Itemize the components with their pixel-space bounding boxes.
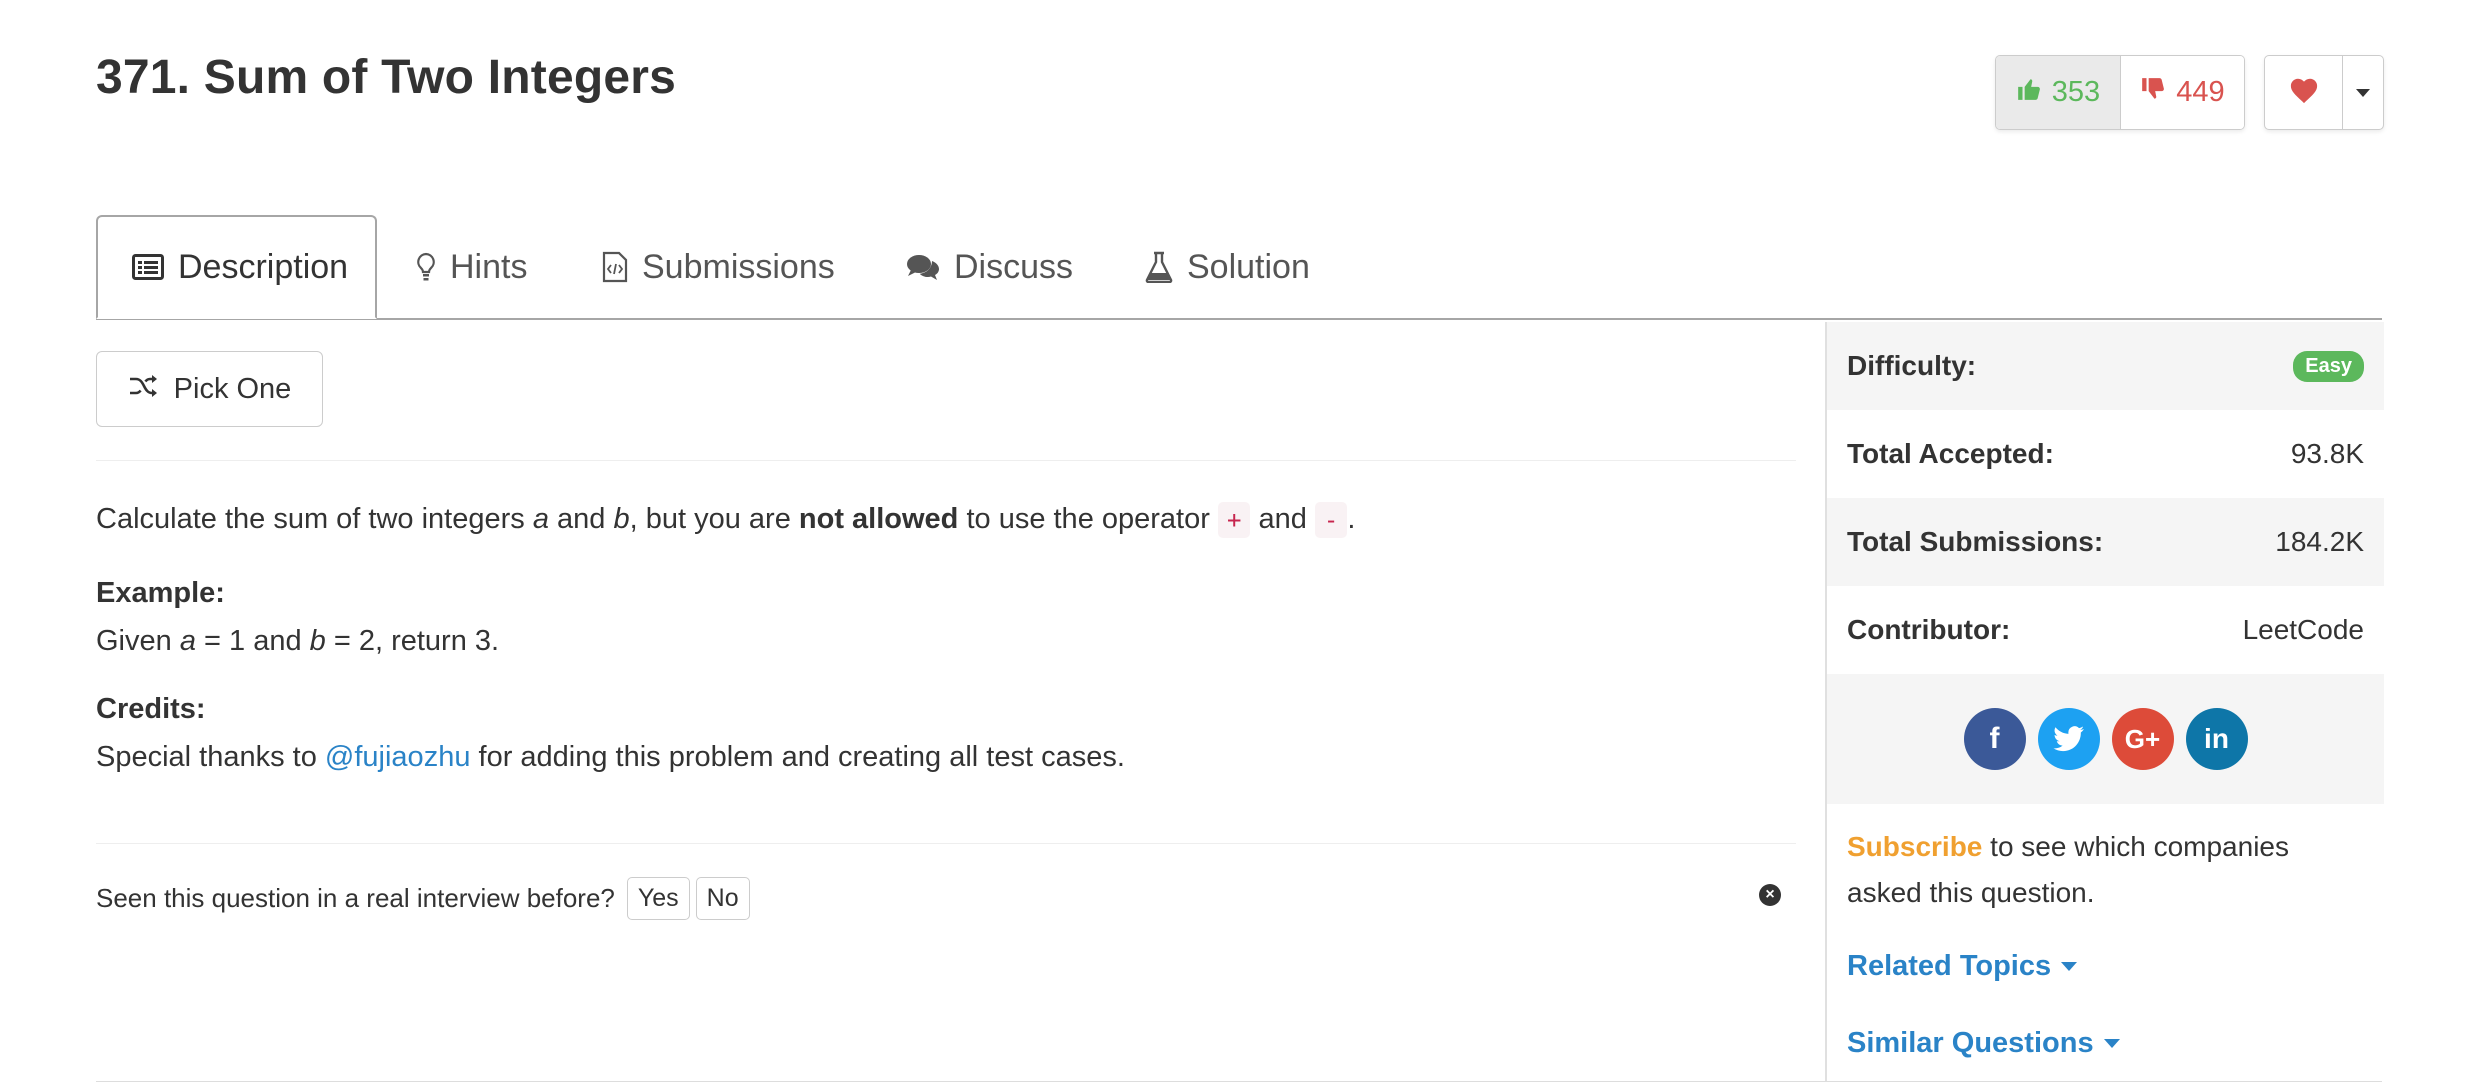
favorite-button[interactable] [2265, 56, 2343, 129]
credits-part: Special thanks to [96, 741, 325, 773]
example-heading: Example: [96, 577, 225, 609]
contributor-label: Contributor: [1847, 614, 2011, 645]
credits-text: Special thanks to @fujiaozhu for adding … [96, 741, 1125, 774]
pick-one-label: Pick One [173, 372, 292, 405]
downvote-count: 449 [2176, 76, 2225, 108]
google-plus-icon[interactable]: G+ [2111, 708, 2174, 770]
downvote-button[interactable]: 449 [2121, 56, 2244, 129]
desc-text: . [1347, 503, 1356, 535]
var-b: b [613, 503, 630, 535]
comments-icon [906, 253, 940, 281]
operator-plus: + [1217, 502, 1251, 538]
example-text: Given a = 1 and b = 2, return 3. [96, 625, 499, 658]
twitter-icon[interactable] [2037, 708, 2100, 770]
related-topics-toggle[interactable]: Related Topics [1847, 950, 2078, 983]
tab-label: Discuss [954, 247, 1074, 286]
submissions-value: 184.2K [2275, 526, 2364, 557]
credits-part: for adding this problem and creating all… [470, 741, 1125, 773]
heart-icon [2289, 76, 2319, 109]
var-a: a [179, 625, 196, 657]
desc-text: to use the operator [958, 503, 1218, 535]
problem-description: Calculate the sum of two integers a and … [96, 502, 1356, 538]
similar-questions-toggle[interactable]: Similar Questions [1847, 1027, 2120, 1060]
operator-minus: - [1314, 502, 1348, 538]
desc-text: and [548, 503, 614, 535]
tab-description[interactable]: Description [96, 215, 377, 319]
submissions-row: Total Submissions: 184.2K [1827, 498, 2384, 586]
divider [96, 843, 1796, 844]
pick-one-button[interactable]: Pick One [96, 351, 323, 427]
tab-discuss[interactable]: Discuss [906, 215, 1073, 319]
tab-submissions[interactable]: Submissions [602, 215, 835, 319]
tab-label: Description [178, 247, 349, 286]
tab-solution[interactable]: Solution [1145, 215, 1310, 319]
flask-icon [1145, 251, 1173, 283]
example-part: = 1 and [195, 625, 310, 657]
bottom-divider [96, 1081, 2382, 1082]
lightbulb-icon [416, 252, 436, 282]
credits-heading: Credits: [96, 693, 206, 725]
submissions-label: Total Submissions: [1847, 526, 2104, 557]
accepted-row: Total Accepted: 93.8K [1827, 410, 2384, 498]
desc-text: and [1250, 503, 1315, 535]
desc-text: Calculate the sum of two integers [96, 503, 533, 535]
list-icon [132, 254, 164, 280]
similar-questions-label: Similar Questions [1847, 1027, 2094, 1059]
caret-down-icon [2061, 962, 2078, 971]
upvote-button[interactable]: 353 [1996, 56, 2121, 129]
example-part: = 2, return 3. [325, 625, 500, 657]
page-title: 371. Sum of Two Integers [96, 51, 677, 104]
upvote-count: 353 [2051, 76, 2101, 108]
thumbs-up-icon [2016, 76, 2042, 110]
code-file-icon [602, 251, 628, 283]
tab-label: Submissions [642, 247, 835, 286]
social-share: f G+ in [1827, 674, 2384, 804]
linkedin-icon[interactable]: in [2185, 708, 2248, 770]
caret-down-icon [2103, 1039, 2120, 1048]
accepted-label: Total Accepted: [1847, 438, 2054, 469]
contributor-user-link[interactable]: @fujiaozhu [325, 741, 471, 773]
contributor-value: LeetCode [2242, 614, 2364, 645]
example-part: Given [96, 625, 180, 657]
caret-down-icon [2356, 88, 2370, 97]
difficulty-badge: Easy [2293, 350, 2364, 382]
thumbs-down-icon [2140, 76, 2166, 110]
favorite-dropdown[interactable] [2343, 56, 2383, 129]
interview-prompt: Seen this question in a real interview b… [96, 877, 750, 920]
difficulty-label: Difficulty: [1847, 350, 1977, 381]
desc-text: , but you are [629, 503, 799, 535]
var-b: b [309, 625, 326, 657]
shuffle-icon [128, 373, 158, 406]
vote-group: 353 449 [1995, 55, 2245, 130]
tab-label: Hints [450, 247, 528, 286]
difficulty-row: Difficulty: Easy [1827, 322, 2384, 410]
interview-question: Seen this question in a real interview b… [96, 883, 615, 913]
close-icon[interactable]: × [1759, 884, 1781, 906]
tab-hints[interactable]: Hints [416, 215, 527, 319]
contributor-row: Contributor: LeetCode [1827, 586, 2384, 674]
subscribe-text: Subscribe to see which companies asked t… [1847, 824, 2367, 916]
interview-yes-button[interactable]: Yes [626, 877, 690, 920]
accepted-value: 93.8K [2290, 438, 2364, 469]
tab-label: Solution [1187, 247, 1310, 286]
related-topics-label: Related Topics [1847, 950, 2052, 982]
problem-stats-sidebar: Difficulty: Easy Total Accepted: 93.8K T… [1825, 322, 2384, 1082]
desc-bold: not allowed [798, 503, 959, 535]
subscribe-link[interactable]: Subscribe [1847, 831, 1982, 862]
favorite-group [2264, 55, 2384, 130]
var-a: a [532, 503, 549, 535]
divider [96, 460, 1796, 461]
interview-no-button[interactable]: No [695, 877, 750, 920]
facebook-icon[interactable]: f [1963, 708, 2026, 770]
